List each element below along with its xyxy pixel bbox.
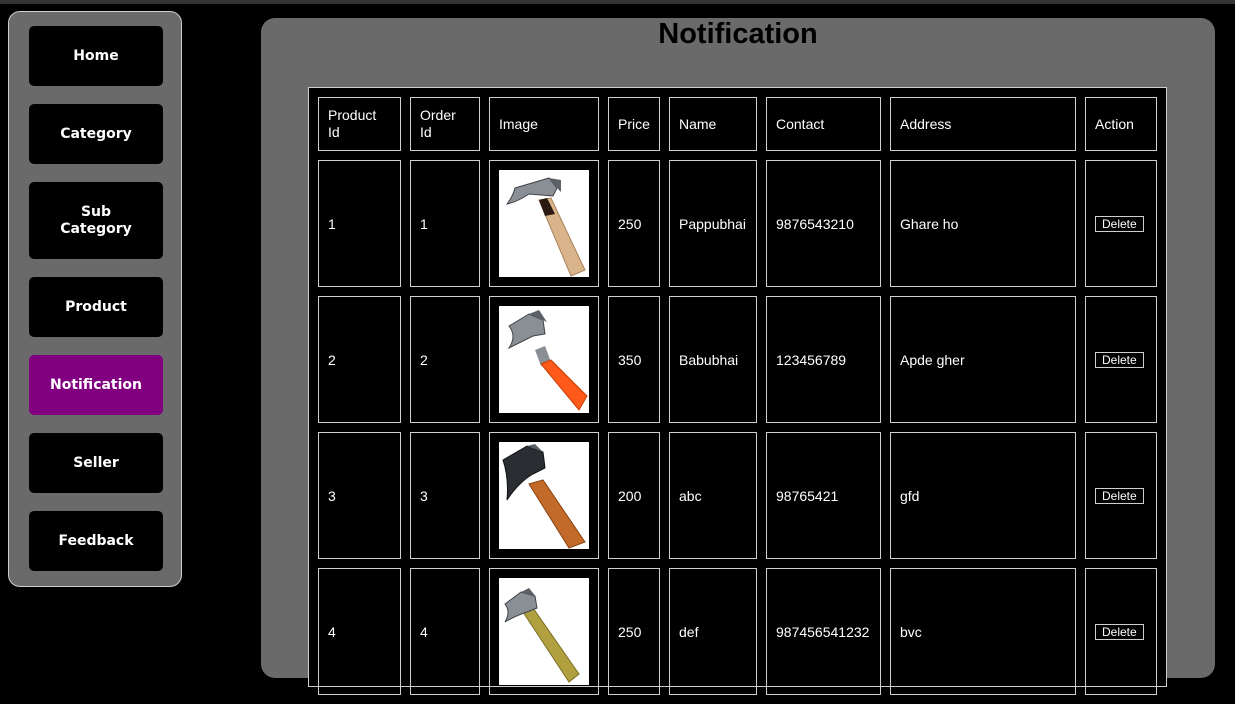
cell-contact: 98765421 [766, 432, 881, 559]
cell-address: bvc [890, 568, 1076, 695]
cell-image [489, 568, 599, 695]
cell-name: def [669, 568, 757, 695]
cell-image [489, 432, 599, 559]
nav-seller-button[interactable]: Seller [29, 433, 163, 493]
header-product-id: Product Id [318, 97, 401, 151]
cell-address: Apde gher [890, 296, 1076, 423]
table-row: 4 4 250 def 987456541232 bvc Delete [318, 568, 1157, 695]
cell-action: Delete [1085, 432, 1157, 559]
delete-button[interactable]: Delete [1095, 216, 1144, 232]
header-price: Price [608, 97, 660, 151]
delete-button[interactable]: Delete [1095, 488, 1144, 504]
cell-image [489, 296, 599, 423]
cell-price: 200 [608, 432, 660, 559]
table-row: 1 1 250 Pappubhai 9876543210 Ghare ho De… [318, 160, 1157, 287]
page-title: Notification [658, 18, 818, 50]
cell-name: Pappubhai [669, 160, 757, 287]
cell-image [489, 160, 599, 287]
table-header-row: Product Id Order Id Image Price Name Con… [318, 97, 1157, 151]
cell-price: 250 [608, 160, 660, 287]
header-order-id: Order Id [410, 97, 480, 151]
cell-action: Delete [1085, 296, 1157, 423]
cell-contact: 9876543210 [766, 160, 881, 287]
product-image-hammer [499, 442, 589, 549]
nav-sub-category-button[interactable]: Sub Category [29, 182, 163, 259]
cell-action: Delete [1085, 568, 1157, 695]
product-image-hammer [499, 578, 589, 685]
cell-address: Ghare ho [890, 160, 1076, 287]
cell-product-id: 2 [318, 296, 401, 423]
cell-action: Delete [1085, 160, 1157, 287]
table-row: 3 3 200 abc 98765421 gfd Delete [318, 432, 1157, 559]
delete-button[interactable]: Delete [1095, 624, 1144, 640]
cell-product-id: 4 [318, 568, 401, 695]
cell-price: 350 [608, 296, 660, 423]
cell-name: abc [669, 432, 757, 559]
cell-price: 250 [608, 568, 660, 695]
header-name: Name [669, 97, 757, 151]
sidebar: Home Category Sub Category Product Notif… [8, 11, 182, 587]
cell-contact: 987456541232 [766, 568, 881, 695]
cell-name: Babubhai [669, 296, 757, 423]
main-panel: Notification Product Id Order Id Image P… [261, 18, 1215, 695]
header-contact: Contact [766, 97, 881, 151]
nav-feedback-button[interactable]: Feedback [29, 511, 163, 571]
cell-order-id: 2 [410, 296, 480, 423]
header-image: Image [489, 97, 599, 151]
cell-order-id: 3 [410, 432, 480, 559]
cell-order-id: 1 [410, 160, 480, 287]
product-image-hammer [499, 170, 589, 277]
nav-product-button[interactable]: Product [29, 277, 163, 337]
header-action: Action [1085, 97, 1157, 151]
cell-product-id: 1 [318, 160, 401, 287]
header-address: Address [890, 97, 1076, 151]
nav-home-button[interactable]: Home [29, 26, 163, 86]
cell-address: gfd [890, 432, 1076, 559]
cell-contact: 123456789 [766, 296, 881, 423]
window-top-bar [0, 0, 1235, 4]
notification-table-container: Product Id Order Id Image Price Name Con… [308, 87, 1167, 695]
nav-category-button[interactable]: Category [29, 104, 163, 164]
cell-order-id: 4 [410, 568, 480, 695]
delete-button[interactable]: Delete [1095, 352, 1144, 368]
table-row: 2 2 350 Babubhai 123456789 Apde gher Del… [318, 296, 1157, 423]
cell-product-id: 3 [318, 432, 401, 559]
notification-table: Product Id Order Id Image Price Name Con… [309, 88, 1166, 704]
product-image-hammer [499, 306, 589, 413]
nav-notification-button[interactable]: Notification [29, 355, 163, 415]
